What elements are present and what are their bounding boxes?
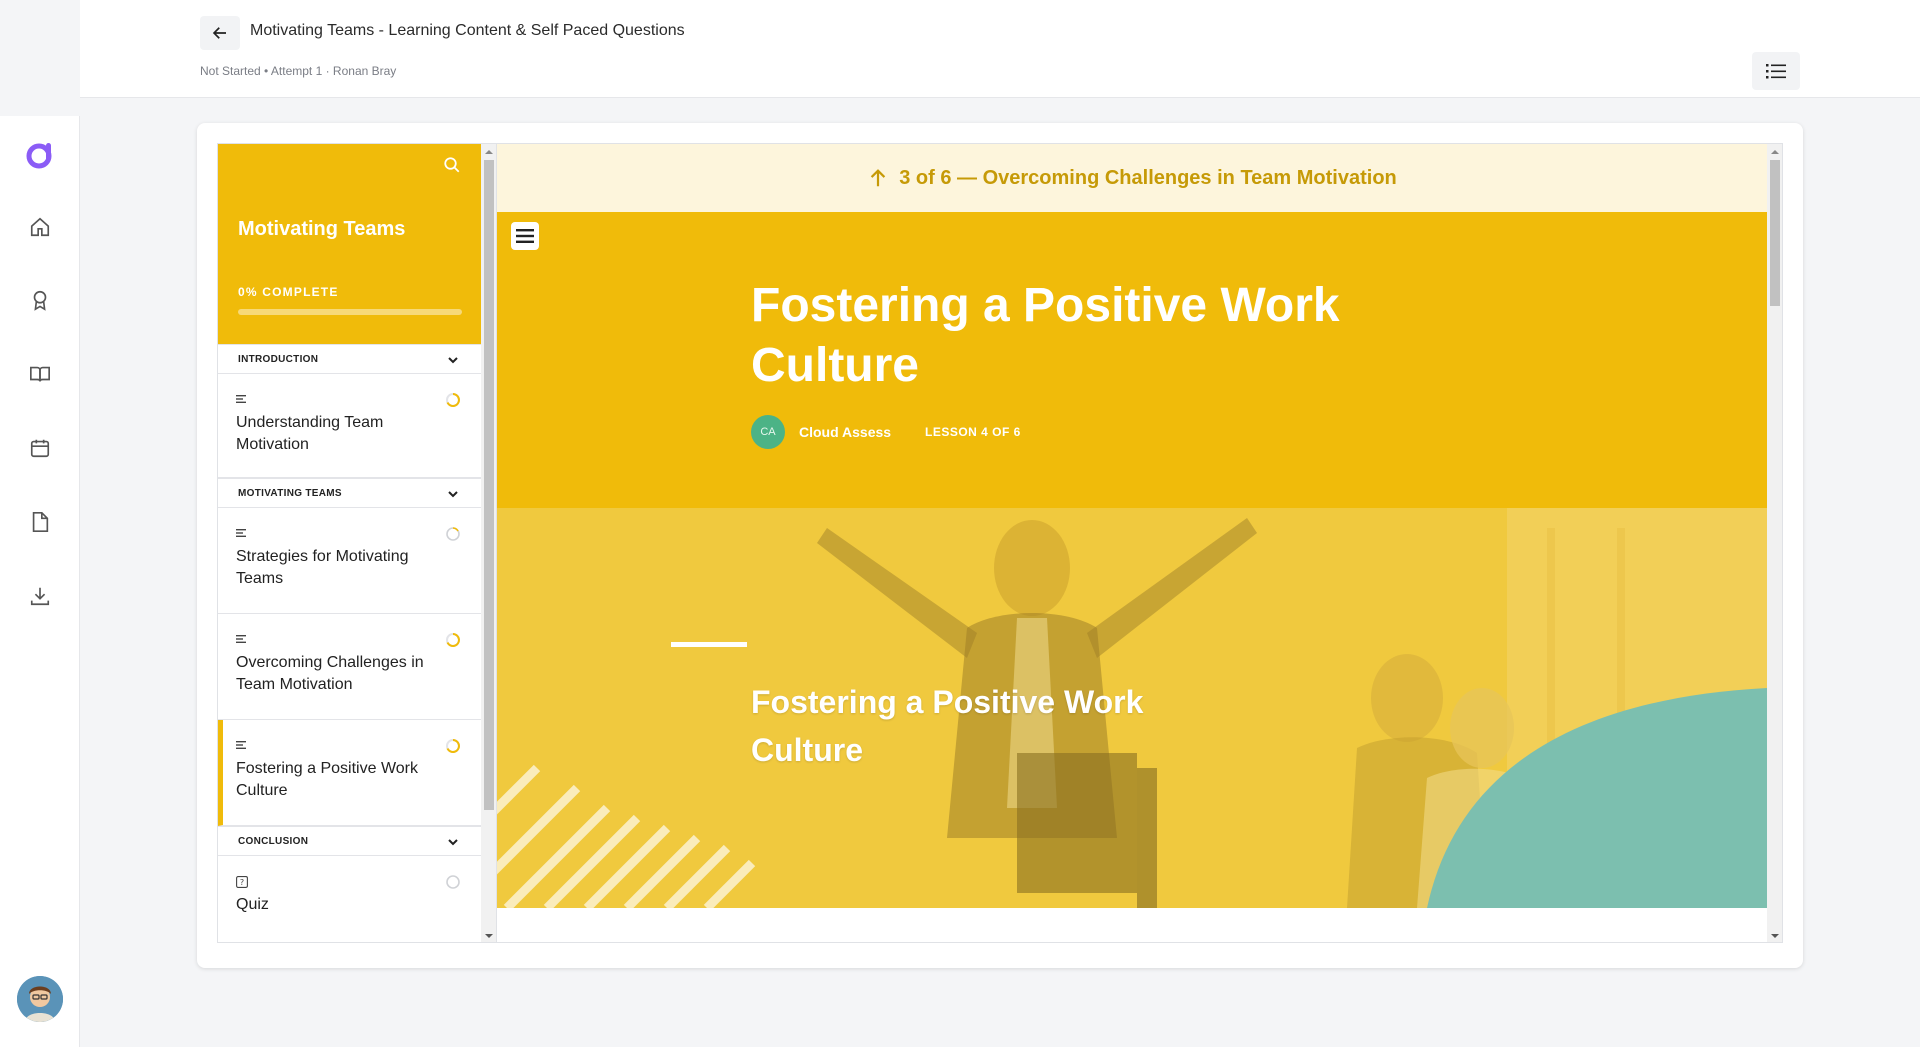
lesson-title: Quiz	[236, 896, 269, 913]
scroll-up-icon[interactable]	[1771, 148, 1779, 156]
back-button[interactable]	[200, 16, 240, 50]
brand-logo-icon[interactable]	[24, 139, 56, 171]
arrow-up-icon	[871, 169, 886, 187]
lesson-banner-image: Fostering a Positive Work Culture	[497, 508, 1767, 908]
course-sidebar: Motivating Teams 0% COMPLETE INTRODUCTIO…	[218, 144, 481, 942]
section-label: CONCLUSION	[238, 835, 309, 847]
book-icon[interactable]	[26, 360, 54, 388]
search-icon[interactable]	[443, 156, 463, 176]
scroll-down-icon[interactable]	[1771, 932, 1779, 940]
app-rail	[0, 0, 80, 1047]
scroll-down-icon[interactable]	[485, 932, 493, 940]
section-introduction[interactable]: INTRODUCTION	[218, 344, 481, 374]
text-lesson-icon	[236, 529, 246, 537]
progress-bar	[238, 309, 462, 315]
quiz-icon: ?	[236, 876, 248, 888]
lesson-item[interactable]: Strategies for Motivating Teams	[218, 508, 481, 614]
previous-lesson-label: 3 of 6 — Overcoming Challenges in Team M…	[899, 166, 1397, 189]
course-title: Motivating Teams	[238, 218, 406, 240]
lesson-item[interactable]: Understanding Team Motivation	[218, 374, 481, 478]
course-player-card: Motivating Teams 0% COMPLETE INTRODUCTIO…	[197, 123, 1803, 968]
text-lesson-icon	[236, 741, 246, 749]
svg-text:?: ?	[240, 878, 244, 887]
not-started-icon	[446, 527, 460, 541]
course-header: Motivating Teams 0% COMPLETE	[218, 144, 481, 344]
lesson-title: Fostering a Positive Work Culture	[236, 760, 418, 799]
home-icon[interactable]	[26, 213, 54, 241]
attempt-status: Not Started • Attempt 1 · Ronan Bray	[200, 64, 397, 78]
in-progress-icon	[446, 633, 460, 647]
lesson-hero: Fostering a Positive Work Culture CA Clo…	[497, 212, 1767, 508]
rail-top-spacer	[0, 0, 80, 116]
section-label: INTRODUCTION	[238, 353, 319, 365]
hamburger-icon	[516, 229, 534, 243]
chevron-down-icon	[448, 839, 458, 846]
lesson-title-heading: Fostering a Positive Work Culture	[751, 279, 1340, 392]
chevron-down-icon	[448, 491, 458, 498]
document-icon[interactable]	[26, 508, 54, 536]
page-title: Motivating Teams - Learning Content & Se…	[250, 22, 685, 39]
award-icon[interactable]	[26, 286, 54, 314]
calendar-icon[interactable]	[26, 434, 54, 462]
lesson-item[interactable]: Overcoming Challenges in Team Motivation	[218, 614, 481, 720]
section-conclusion[interactable]: CONCLUSION	[218, 826, 481, 856]
course-frame: Motivating Teams 0% COMPLETE INTRODUCTIO…	[217, 143, 1783, 943]
text-lesson-icon	[236, 395, 246, 403]
not-started-icon	[446, 875, 460, 889]
chevron-down-icon	[448, 357, 458, 364]
in-progress-icon	[446, 393, 460, 407]
text-lesson-icon	[236, 635, 246, 643]
scroll-up-icon[interactable]	[485, 148, 493, 156]
sidebar-scrollbar[interactable]	[481, 144, 497, 942]
arrow-left-icon	[212, 27, 226, 39]
in-progress-icon	[446, 739, 460, 753]
user-avatar[interactable]	[17, 976, 63, 1022]
lesson-item[interactable]: ? Quiz	[218, 856, 481, 942]
banner-divider	[671, 642, 747, 647]
page-header: Motivating Teams - Learning Content & Se…	[80, 0, 1920, 98]
author-avatar: CA	[751, 415, 785, 449]
progress-label: 0% COMPLETE	[238, 285, 339, 299]
lesson-title: Understanding Team Motivation	[236, 414, 384, 453]
scrollbar-thumb[interactable]	[1770, 160, 1780, 306]
lesson-menu-button[interactable]	[511, 222, 539, 250]
lesson-count: LESSON 4 OF 6	[925, 425, 1021, 439]
scrollbar-thumb[interactable]	[484, 160, 494, 810]
list-icon	[1766, 64, 1786, 79]
banner-title: Fostering a Positive Work Culture	[751, 684, 1144, 768]
section-label: MOTIVATING TEAMS	[238, 487, 342, 499]
lesson-content: 3 of 6 — Overcoming Challenges in Team M…	[497, 144, 1767, 942]
author-name: Cloud Assess	[799, 424, 892, 440]
outline-toggle-button[interactable]	[1752, 52, 1800, 90]
download-icon[interactable]	[26, 582, 54, 610]
previous-lesson-link[interactable]: 3 of 6 — Overcoming Challenges in Team M…	[497, 144, 1767, 212]
section-motivating-teams[interactable]: MOTIVATING TEAMS	[218, 478, 481, 508]
lesson-item-active[interactable]: Fostering a Positive Work Culture	[218, 720, 481, 826]
lesson-title: Overcoming Challenges in Team Motivation	[236, 654, 424, 693]
lesson-title: Strategies for Motivating Teams	[236, 548, 409, 587]
content-scrollbar[interactable]	[1767, 144, 1782, 942]
